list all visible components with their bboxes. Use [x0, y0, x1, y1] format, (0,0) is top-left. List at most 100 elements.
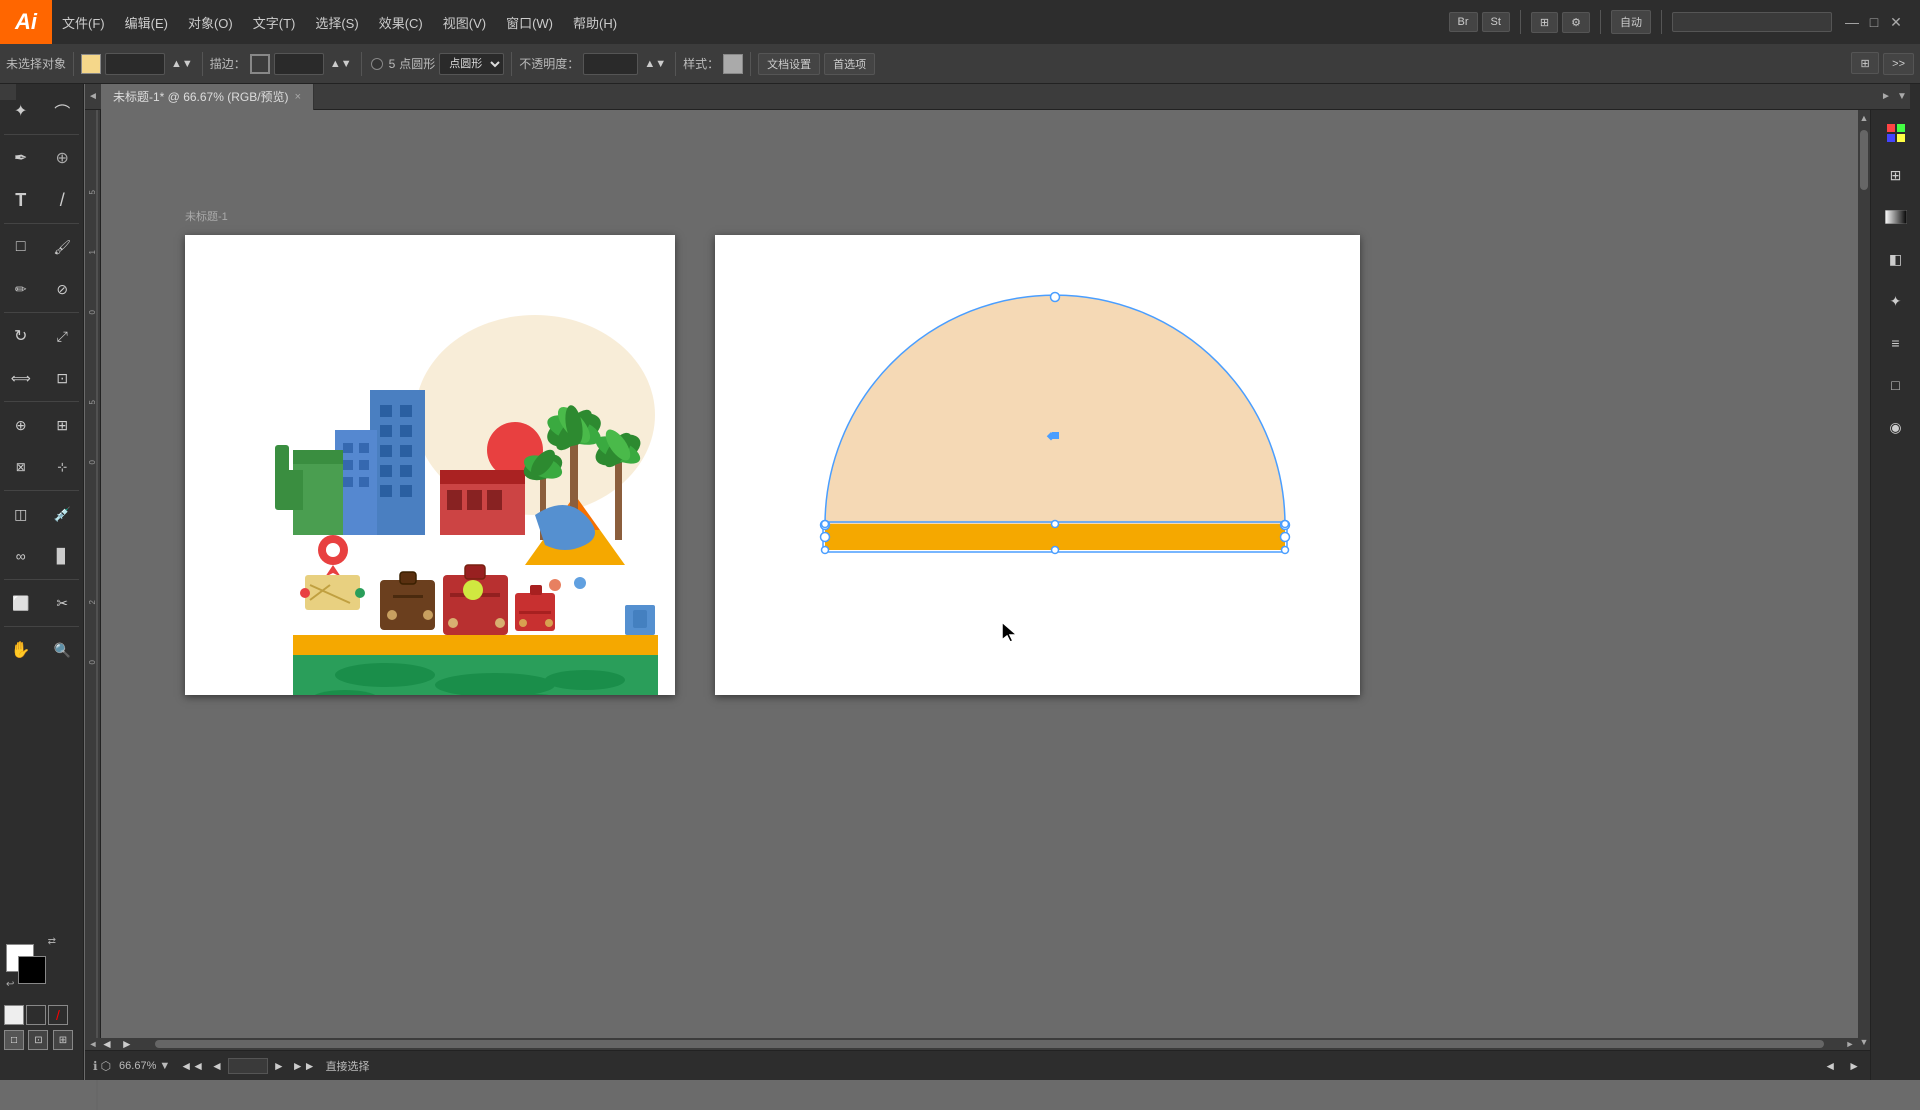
zoom-arrow[interactable]: ▼ — [159, 1060, 170, 1072]
close-btn[interactable]: ✕ — [1888, 14, 1904, 30]
status-right-play2[interactable]: ► — [1846, 1059, 1862, 1073]
menu-window[interactable]: 窗口(W) — [496, 0, 563, 44]
rotate-tool-btn[interactable]: ↻ — [0, 315, 42, 357]
scroll-up-btn[interactable]: ▲ — [1860, 112, 1868, 124]
doc-settings-btn[interactable]: 文档设置 — [758, 53, 820, 75]
menu-file[interactable]: 文件(F) — [52, 0, 115, 44]
paintbrush-tool-btn[interactable]: 🖌 — [42, 226, 84, 268]
add-anchor-tool-btn[interactable]: ⊕ — [42, 137, 84, 179]
eraser-tool-btn[interactable]: ⊘ — [42, 268, 84, 310]
scrollbar-thumb-horizontal[interactable] — [155, 1040, 1824, 1048]
scrollbar-thumb-vertical[interactable] — [1860, 130, 1868, 190]
page-next-btn[interactable]: ► — [271, 1059, 287, 1073]
status-right-play1[interactable]: ◄ — [1822, 1059, 1838, 1073]
gradient-tool-btn[interactable]: ◫ — [0, 493, 42, 535]
menu-view[interactable]: 视图(V) — [433, 0, 496, 44]
menu-object[interactable]: 对象(O) — [178, 0, 243, 44]
gradient-btn[interactable] — [26, 1005, 46, 1025]
artboard-tool-btn[interactable]: ⬜ — [0, 582, 42, 624]
stroke-panel-btn[interactable]: ⊞ — [1878, 157, 1914, 193]
page-input[interactable]: 1 — [228, 1058, 268, 1074]
stock-btn[interactable]: St — [1482, 12, 1510, 32]
tab-options-btn[interactable]: ▼ — [1894, 84, 1910, 110]
blend-tool-btn[interactable]: ∞ — [0, 535, 42, 577]
doc-tab[interactable]: 未标题-1* @ 66.67% (RGB/预览) × — [101, 84, 314, 110]
draw-behind-btn[interactable]: ⊡ — [28, 1030, 48, 1050]
pen-tool-btn[interactable]: ✒ — [0, 137, 42, 179]
none-btn[interactable]: / — [48, 1005, 68, 1025]
scrollbar-bottom[interactable]: ◄ ◄ ► ► — [85, 1038, 1858, 1050]
preferences-btn[interactable]: 首选项 — [824, 53, 875, 75]
reset-colors-btn[interactable]: ↩ — [6, 979, 14, 990]
opacity-arrow[interactable]: ▲▼ — [642, 58, 668, 70]
pencil-tool-btn[interactable]: ✏ — [0, 268, 42, 310]
type-tool-btn[interactable]: T — [0, 179, 42, 221]
menu-edit[interactable]: 编辑(E) — [115, 0, 178, 44]
bridge-btn[interactable]: Br — [1449, 12, 1478, 32]
page-first-btn[interactable]: ◄◄ — [178, 1059, 206, 1073]
shape-select[interactable]: 点圆形 — [439, 53, 504, 75]
menu-effect[interactable]: 效果(C) — [369, 0, 433, 44]
tab-left-arrow[interactable]: ◄ — [85, 84, 101, 110]
scrollbar-right[interactable]: ▲ ▼ — [1858, 110, 1870, 1050]
style-box[interactable] — [723, 54, 743, 74]
stroke-arrow[interactable]: ▲▼ — [328, 58, 354, 70]
minimize-btn[interactable]: — — [1844, 14, 1860, 30]
no-selection-label: 未选择对象 — [6, 55, 66, 72]
page-last-btn[interactable]: ►► — [290, 1059, 318, 1073]
hand-tool-btn[interactable]: ✋ — [0, 629, 42, 671]
menu-help[interactable]: 帮助(H) — [563, 0, 627, 44]
fill-value-input[interactable] — [105, 53, 165, 75]
color-btn[interactable] — [4, 1005, 24, 1025]
live-paint-tool-btn[interactable]: ⊞ — [42, 404, 84, 446]
menu-select[interactable]: 选择(S) — [305, 0, 368, 44]
background-color[interactable] — [18, 956, 46, 984]
width-tool-btn[interactable]: ⟺ — [0, 357, 42, 399]
swap-colors-btn[interactable]: ⇄ — [48, 936, 56, 947]
maximize-btn[interactable]: □ — [1866, 14, 1882, 30]
draw-normal-btn[interactable]: □ — [4, 1030, 24, 1050]
page-prev-btn[interactable]: ◄ — [209, 1059, 225, 1073]
draw-inside-btn[interactable]: ⊞ — [53, 1030, 73, 1050]
fill-arrow[interactable]: ▲▼ — [169, 58, 195, 70]
bottom-left-arrow[interactable]: ◄ — [99, 1037, 115, 1051]
workspace-arrange-btn[interactable]: ⊞ — [1531, 12, 1558, 33]
scale-tool-btn[interactable]: ⤢ — [42, 315, 84, 357]
canvas-area: 未标题-1 — [85, 110, 1870, 1050]
doc-left — [185, 235, 675, 695]
arrange-btn[interactable]: ⊞ — [1851, 52, 1878, 74]
align-panel-btn[interactable]: ≡ — [1878, 325, 1914, 361]
rectangle-tool-btn[interactable]: □ — [0, 226, 42, 268]
search-input[interactable] — [1672, 12, 1832, 32]
mesh-tool-btn[interactable]: ⊹ — [42, 446, 84, 488]
scroll-down-btn[interactable]: ▼ — [1860, 1036, 1868, 1048]
shape-builder-tool-btn[interactable]: ⊕ — [0, 404, 42, 446]
opacity-input[interactable]: 100% — [583, 53, 638, 75]
transparency-panel-btn[interactable]: ◧ — [1878, 241, 1914, 277]
gradient-panel-btn[interactable] — [1878, 199, 1914, 235]
eyedropper-tool-btn[interactable]: 💉 — [42, 493, 84, 535]
transform-panel-btn[interactable]: □ — [1878, 367, 1914, 403]
swatches-panel-btn[interactable] — [1878, 115, 1914, 151]
tab-close-btn[interactable]: × — [295, 91, 301, 103]
fill-color-box[interactable] — [81, 54, 101, 74]
line-tool-btn[interactable]: / — [42, 179, 84, 221]
hide-btn[interactable]: >> — [1883, 53, 1914, 75]
perspective-tool-btn[interactable]: ⊠ — [0, 446, 42, 488]
free-transform-tool-btn[interactable]: ⊡ — [42, 357, 84, 399]
slice-tool-btn[interactable]: ✂ — [42, 582, 84, 624]
layers-panel-btn[interactable]: ◉ — [1878, 409, 1914, 445]
stroke-value-input[interactable] — [274, 53, 324, 75]
stroke-color-box[interactable] — [250, 54, 270, 74]
appearance-panel-btn[interactable]: ✦ — [1878, 283, 1914, 319]
tab-right-arrow[interactable]: ► — [1878, 84, 1894, 110]
lasso-tool-btn[interactable]: ⌒ — [42, 90, 84, 132]
menu-type[interactable]: 文字(T) — [243, 0, 306, 44]
zoom-tool-btn[interactable]: 🔍 — [42, 629, 84, 671]
bottom-right-arrow[interactable]: ► — [119, 1037, 135, 1051]
graph-tool-btn[interactable]: ▊ — [42, 535, 84, 577]
auto-btn[interactable]: 自动 — [1611, 10, 1651, 34]
workspace-tools-btn[interactable]: ⚙ — [1562, 12, 1590, 33]
scroll-right-btn[interactable]: ► — [1844, 1040, 1856, 1048]
scroll-left-btn[interactable]: ◄ — [87, 1040, 99, 1048]
